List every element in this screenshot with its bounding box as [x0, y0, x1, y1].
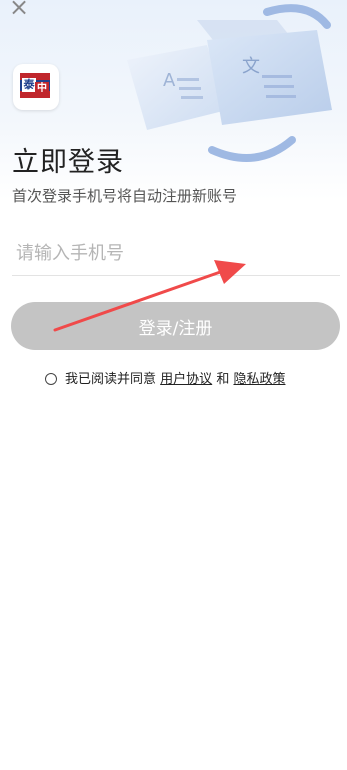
agreement-radio[interactable] [45, 373, 57, 385]
login-register-button[interactable]: 登录/注册 [11, 302, 340, 350]
close-icon[interactable]: × [6, 0, 32, 20]
translate-illustration: A 文 [127, 4, 332, 162]
agreement-prefix: 我已阅读并同意 [65, 372, 157, 387]
agreement-text: 我已阅读并同意 用户协议 和 隐私政策 [65, 368, 285, 392]
page-subtitle: 首次登录手机号将自动注册新账号 [12, 187, 238, 205]
page-title: 立即登录 [12, 147, 124, 178]
agreement-and: 和 [216, 372, 230, 387]
svg-text:文: 文 [242, 56, 260, 77]
logo-char-bottom: 中 [35, 82, 49, 96]
user-agreement-link[interactable]: 用户协议 [160, 372, 212, 387]
app-logo: 泰 中 [13, 64, 59, 110]
logo-char-top: 泰 [22, 78, 36, 92]
phone-input[interactable] [12, 232, 340, 276]
svg-text:A: A [163, 70, 176, 91]
privacy-policy-link[interactable]: 隐私政策 [233, 372, 285, 387]
agreement-row: 我已阅读并同意 用户协议 和 隐私政策 [45, 368, 345, 392]
